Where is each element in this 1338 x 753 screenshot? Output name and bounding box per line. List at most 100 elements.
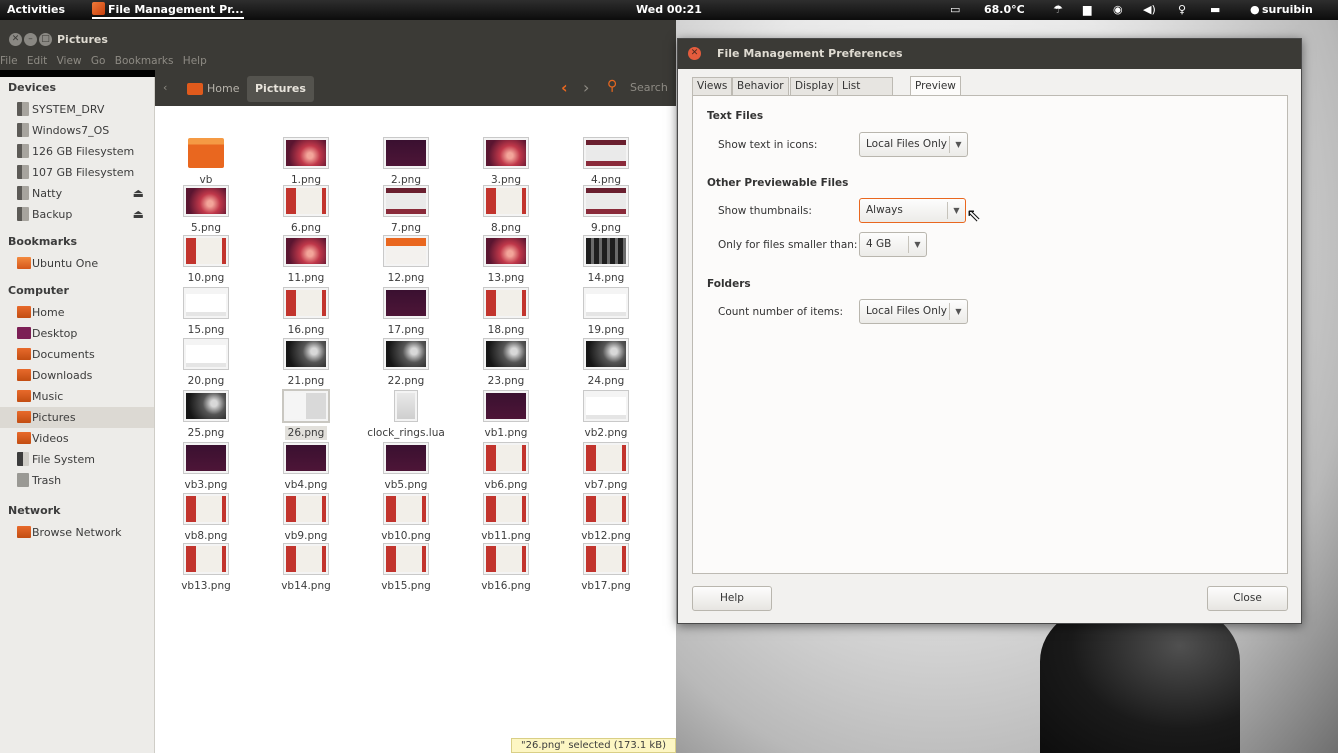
file-item[interactable]: 14.png	[561, 235, 651, 286]
weather-icon[interactable]: ☂	[1053, 0, 1063, 20]
icon-view[interactable]: vb 1.png 2.png 3.png 4.png 5.png 6.png 7.png 8.p…	[155, 106, 676, 753]
tab-preview[interactable]: Preview	[910, 76, 961, 96]
file-item[interactable]: vb11.png	[461, 493, 551, 544]
file-item[interactable]: vb12.png	[561, 493, 651, 544]
file-item[interactable]: 7.png	[361, 185, 451, 236]
volume-icon[interactable]: ◀)	[1143, 0, 1156, 20]
file-item[interactable]: 18.png	[461, 287, 551, 338]
file-item[interactable]: vb14.png	[261, 543, 351, 594]
sidebar-item-ubuntu-one[interactable]: Ubuntu One	[0, 253, 154, 274]
sidebar-item-windows7-os[interactable]: Windows7_OS	[0, 120, 154, 141]
file-item[interactable]: vb3.png	[161, 442, 251, 493]
file-item[interactable]: 25.png	[161, 390, 251, 441]
sidebar-item-downloads[interactable]: Downloads	[0, 365, 154, 386]
count-items-combo[interactable]: Local Files Only ▼	[859, 299, 968, 324]
file-item[interactable]: 20.png	[161, 338, 251, 389]
tab-behavior[interactable]: Behavior	[732, 77, 789, 96]
search-icon[interactable]: ⚲	[607, 78, 617, 94]
tab-list-columns[interactable]: List Columns	[837, 77, 893, 109]
breadcrumb-pictures[interactable]: Pictures	[247, 76, 314, 102]
menu-file[interactable]: File	[0, 55, 18, 67]
clock[interactable]: Wed 00:21	[0, 0, 1338, 20]
file-item[interactable]: 10.png	[161, 235, 251, 286]
file-item[interactable]: 5.png	[161, 185, 251, 236]
file-item[interactable]: 12.png	[361, 235, 451, 286]
sidebar-item-pictures[interactable]: Pictures	[0, 407, 154, 428]
file-item[interactable]: vb8.png	[161, 493, 251, 544]
file-item[interactable]: vb10.png	[361, 493, 451, 544]
path-scroll-left-icon[interactable]: ‹	[163, 81, 167, 94]
file-item[interactable]: vb5.png	[361, 442, 451, 493]
file-item[interactable]: vb	[161, 138, 251, 188]
menu-help[interactable]: Help	[183, 55, 207, 67]
size-limit-combo[interactable]: 4 GB ▼	[859, 232, 927, 257]
folder-icon[interactable]: ▆	[1083, 0, 1091, 20]
menu-go[interactable]: Go	[91, 55, 106, 67]
file-item[interactable]: vb1.png	[461, 390, 551, 441]
file-item[interactable]: vb6.png	[461, 442, 551, 493]
file-item[interactable]: 17.png	[361, 287, 451, 338]
sidebar-item-videos[interactable]: Videos	[0, 428, 154, 449]
file-item[interactable]: 1.png	[261, 137, 351, 188]
sidebar-item-107gb[interactable]: 107 GB Filesystem	[0, 162, 154, 183]
sidebar-item-natty[interactable]: Natty ⏏	[0, 183, 154, 204]
forward-arrow-icon[interactable]: ›	[583, 78, 589, 97]
close-icon[interactable]: ✕	[688, 47, 701, 60]
menu-bookmarks[interactable]: Bookmarks	[115, 55, 174, 67]
battery-icon[interactable]: ▬	[1210, 0, 1220, 20]
sidebar-item-documents[interactable]: Documents	[0, 344, 154, 365]
file-item[interactable]: 4.png	[561, 137, 651, 188]
sidebar-item-system-drv[interactable]: SYSTEM_DRV	[0, 99, 154, 120]
temperature-readout[interactable]: 68.0°C	[984, 0, 1025, 20]
sidebar-item-backup[interactable]: Backup ⏏	[0, 204, 154, 225]
file-item[interactable]: 16.png	[261, 287, 351, 338]
sidebar-item-browse-network[interactable]: Browse Network	[0, 522, 154, 543]
network-icon[interactable]: ♀	[1178, 0, 1186, 20]
file-item[interactable]: 8.png	[461, 185, 551, 236]
file-item[interactable]: 15.png	[161, 287, 251, 338]
file-item[interactable]: vb2.png	[561, 390, 651, 441]
file-item[interactable]: 23.png	[461, 338, 551, 389]
close-icon[interactable]: ✕	[9, 33, 22, 46]
file-item[interactable]: 2.png	[361, 137, 451, 188]
tab-views[interactable]: Views	[692, 77, 733, 96]
eject-icon[interactable]: ⏏	[133, 204, 144, 225]
dialog-titlebar[interactable]: ✕ File Management Preferences	[678, 39, 1301, 69]
menu-edit[interactable]: Edit	[27, 55, 47, 67]
file-item[interactable]: vb16.png	[461, 543, 551, 594]
keyboard-icon[interactable]: ▭	[950, 0, 960, 20]
file-item[interactable]: 19.png	[561, 287, 651, 338]
file-item[interactable]: vb13.png	[161, 543, 251, 594]
show-text-combo[interactable]: Local Files Only ▼	[859, 132, 968, 157]
menu-view[interactable]: View	[57, 55, 82, 67]
file-item[interactable]: 11.png	[261, 235, 351, 286]
file-item[interactable]: clock_rings.lua	[361, 390, 451, 441]
help-button[interactable]: Help	[692, 586, 772, 611]
user-status-icon[interactable]: ●	[1250, 0, 1260, 20]
search-button[interactable]: Search	[630, 81, 668, 94]
file-item[interactable]: vb9.png	[261, 493, 351, 544]
file-item[interactable]: vb4.png	[261, 442, 351, 493]
sidebar-item-file-system[interactable]: File System	[0, 449, 154, 470]
file-item[interactable]: 22.png	[361, 338, 451, 389]
back-arrow-icon[interactable]: ‹	[561, 78, 568, 97]
close-button[interactable]: Close	[1207, 586, 1288, 611]
minimize-icon[interactable]: –	[24, 33, 37, 46]
file-item[interactable]: 13.png	[461, 235, 551, 286]
file-item[interactable]: vb15.png	[361, 543, 451, 594]
tab-display[interactable]: Display	[790, 77, 839, 96]
eject-icon[interactable]: ⏏	[133, 183, 144, 204]
file-item[interactable]: 24.png	[561, 338, 651, 389]
breadcrumb-home[interactable]: Home	[177, 78, 247, 100]
file-item[interactable]: 21.png	[261, 338, 351, 389]
sidebar-item-home[interactable]: Home	[0, 302, 154, 323]
maximize-icon[interactable]: □	[39, 33, 52, 46]
sidebar-item-desktop[interactable]: Desktop	[0, 323, 154, 344]
file-item[interactable]: 3.png	[461, 137, 551, 188]
file-item[interactable]: 26.png	[261, 389, 351, 441]
username[interactable]: suruibin	[1262, 0, 1313, 20]
file-item[interactable]: vb17.png	[561, 543, 651, 594]
file-item[interactable]: vb7.png	[561, 442, 651, 493]
show-thumbnails-combo[interactable]: Always ▼	[859, 198, 966, 223]
sidebar-item-music[interactable]: Music	[0, 386, 154, 407]
